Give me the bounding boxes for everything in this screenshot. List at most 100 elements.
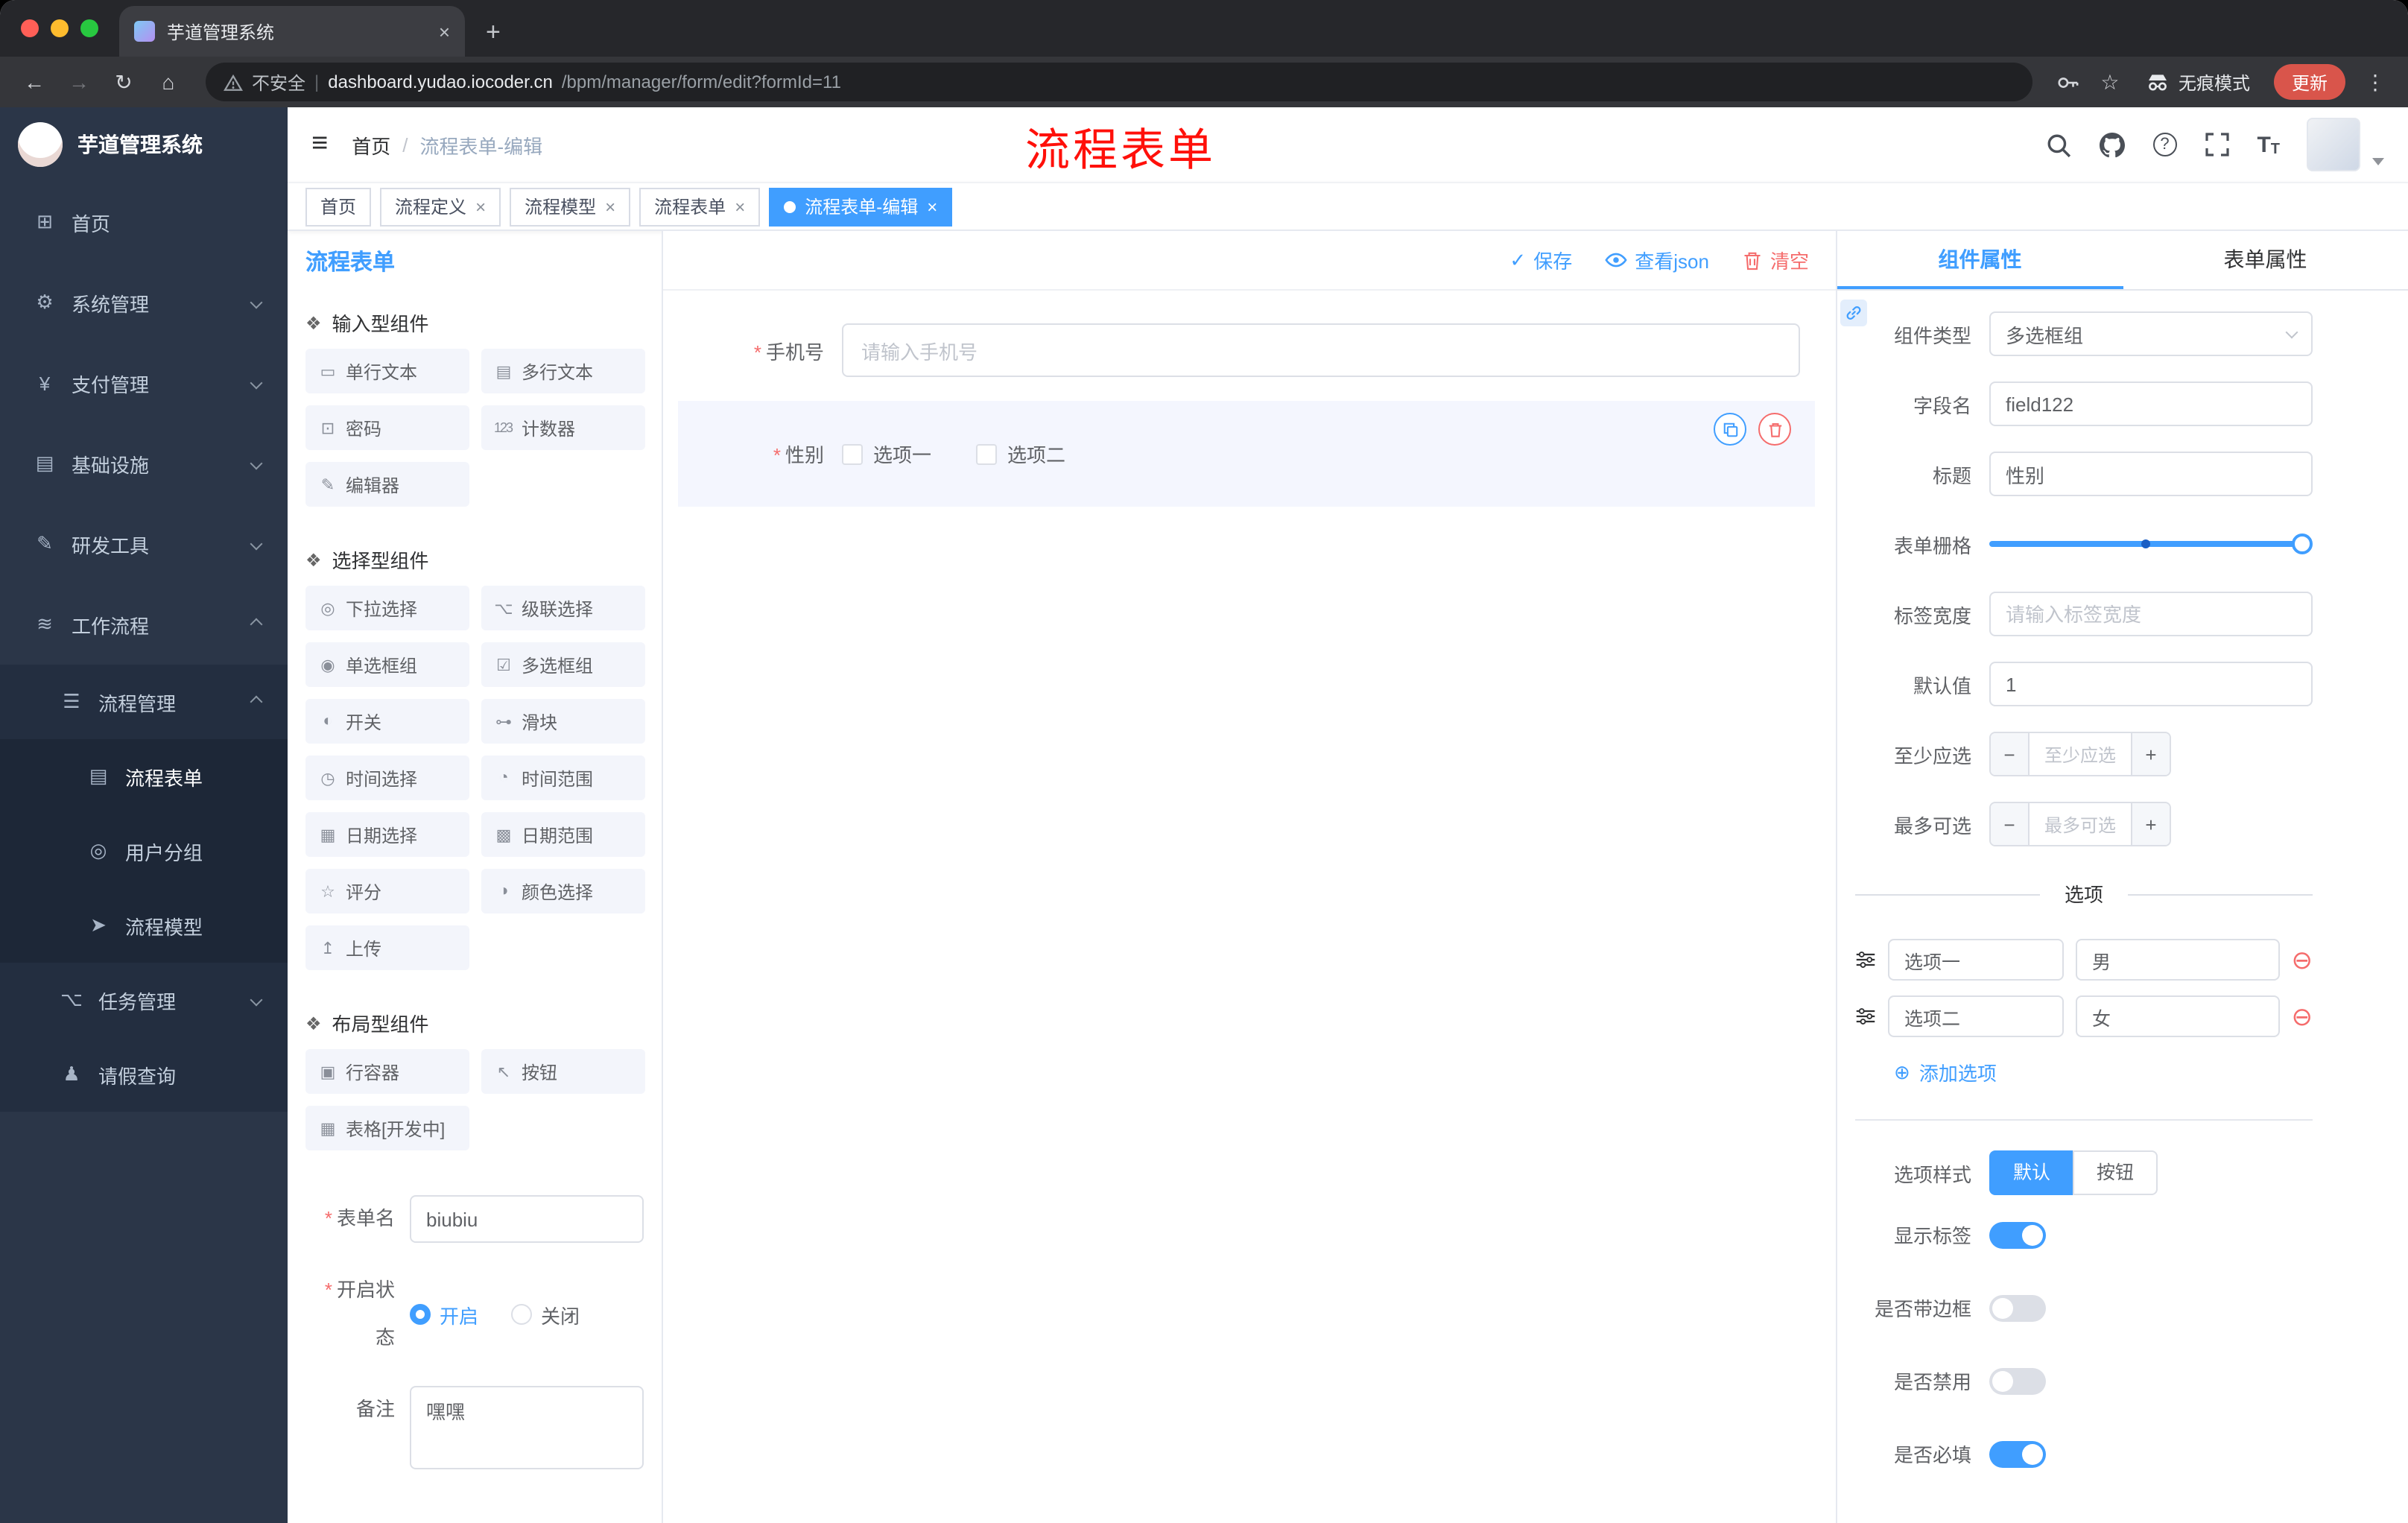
tag-home[interactable]: 首页	[305, 187, 372, 226]
close-icon[interactable]: ×	[927, 196, 937, 217]
component-multi-line-text[interactable]: ▤ 多行文本	[481, 349, 645, 393]
sidebar-item-home[interactable]: ⊞ 首页	[0, 182, 288, 262]
component-checkbox-group[interactable]: ☑ 多选框组	[481, 642, 645, 687]
option-name-input[interactable]	[1888, 995, 2064, 1037]
sidebar-collapse-icon[interactable]: ≡	[311, 128, 328, 161]
component-cascader[interactable]: ⌥ 级联选择	[481, 586, 645, 630]
window-close-button[interactable]	[21, 19, 39, 37]
component-select[interactable]: ◎ 下拉选择	[305, 586, 469, 630]
window-minimize-button[interactable]	[51, 19, 69, 37]
canvas-drop-area[interactable]: 手机号 请输入手机号 性别 选项一	[663, 291, 1836, 1523]
back-button[interactable]: ←	[15, 70, 54, 94]
component-rate[interactable]: ☆ 评分	[305, 869, 469, 914]
component-single-line-text[interactable]: ▭ 单行文本	[305, 349, 469, 393]
component-radio-group[interactable]: ◉ 单选框组	[305, 642, 469, 687]
close-icon[interactable]: ×	[735, 196, 745, 217]
tag-process-form-edit[interactable]: 流程表单-编辑 ×	[769, 187, 953, 226]
option-style-default[interactable]: 默认	[1989, 1150, 2073, 1195]
canvas-field-gender[interactable]: 性别 选项一 选项二	[678, 401, 1815, 507]
disabled-switch[interactable]	[1989, 1367, 2046, 1394]
clear-button[interactable]: 清空	[1742, 246, 1809, 274]
label-width-input[interactable]	[1989, 592, 2313, 636]
canvas-field-phone[interactable]: 手机号 请输入手机号	[678, 323, 1815, 377]
option-value-input[interactable]	[2076, 995, 2280, 1037]
sidebar-item-workflow[interactable]: ≋ 工作流程	[0, 584, 288, 665]
sidebar-item-process-model[interactable]: ➤ 流程模型	[0, 888, 288, 963]
phone-input[interactable]: 请输入手机号	[842, 323, 1800, 377]
window-zoom-button[interactable]	[80, 19, 98, 37]
sidebar-item-infrastructure[interactable]: ▤ 基础设施	[0, 423, 288, 504]
component-upload[interactable]: ↥ 上传	[305, 925, 469, 970]
password-key-icon[interactable]	[2050, 71, 2086, 93]
component-button[interactable]: ↖ 按钮	[481, 1049, 645, 1094]
breadcrumb-home[interactable]: 首页	[352, 130, 390, 159]
copy-field-button[interactable]	[1714, 413, 1746, 446]
sidebar-item-process-management[interactable]: ☰ 流程管理	[0, 665, 288, 739]
user-avatar[interactable]	[2307, 118, 2360, 171]
tab-form-properties[interactable]: 表单属性	[2123, 231, 2408, 289]
component-time-range[interactable]: ◔ 时间范围	[481, 756, 645, 800]
component-time-picker[interactable]: ◷ 时间选择	[305, 756, 469, 800]
grid-slider[interactable]	[1989, 522, 2313, 566]
component-switch[interactable]: ◐ 开关	[305, 699, 469, 744]
tag-process-definition[interactable]: 流程定义 ×	[380, 187, 501, 226]
avatar-dropdown-caret-icon[interactable]	[2372, 158, 2384, 165]
component-password[interactable]: ⊡ 密码	[305, 405, 469, 450]
component-row-container[interactable]: ▣ 行容器	[305, 1049, 469, 1094]
field-name-input[interactable]	[1989, 381, 2313, 426]
drag-handle-icon[interactable]	[1855, 949, 1876, 970]
option-name-input[interactable]	[1888, 939, 2064, 981]
increase-button[interactable]: +	[2131, 733, 2170, 775]
sidebar-item-system-management[interactable]: ⚙ 系统管理	[0, 262, 288, 343]
help-icon[interactable]: ?	[2152, 133, 2177, 156]
bookmark-star-icon[interactable]: ☆	[2092, 69, 2128, 95]
sidebar-item-leave-query[interactable]: ♟ 请假查询	[0, 1037, 288, 1112]
border-switch[interactable]	[1989, 1294, 2046, 1321]
required-switch[interactable]	[1989, 1440, 2046, 1467]
remove-option-icon[interactable]: ⊖	[2292, 1004, 2313, 1029]
component-slider[interactable]: ⊶ 滑块	[481, 699, 645, 744]
add-option-button[interactable]: ⊕ 添加选项	[1894, 1058, 2313, 1086]
decrease-button[interactable]: −	[1991, 733, 2030, 775]
search-icon[interactable]	[2045, 131, 2072, 158]
increase-button[interactable]: +	[2131, 803, 2170, 845]
title-input[interactable]	[1989, 452, 2313, 496]
component-type-select[interactable]: 多选框组	[1989, 311, 2313, 356]
font-size-icon[interactable]: TT	[2257, 132, 2280, 157]
show-label-switch[interactable]	[1989, 1221, 2046, 1248]
tab-component-properties[interactable]: 组件属性	[1837, 231, 2123, 289]
browser-menu-icon[interactable]: ⋮	[2357, 69, 2393, 95]
close-icon[interactable]: ×	[475, 196, 486, 217]
app-logo[interactable]: 芋道管理系统	[0, 107, 288, 182]
gender-option-1[interactable]: 选项一	[842, 440, 931, 468]
sidebar-item-process-form[interactable]: ▤ 流程表单	[0, 739, 288, 814]
reload-button[interactable]: ↻	[104, 69, 143, 95]
component-editor[interactable]: ✎ 编辑器	[305, 462, 469, 507]
tag-process-form[interactable]: 流程表单 ×	[639, 187, 761, 226]
gender-option-2[interactable]: 选项二	[976, 440, 1065, 468]
sidebar-item-user-group[interactable]: ◎ 用户分组	[0, 814, 288, 888]
sidebar-item-task-management[interactable]: ⌥ 任务管理	[0, 963, 288, 1037]
form-remark-input[interactable]: 嘿嘿	[410, 1386, 644, 1469]
sidebar-item-dev-tools[interactable]: ✎ 研发工具	[0, 504, 288, 584]
status-radio-on[interactable]: 开启	[410, 1300, 478, 1329]
new-tab-button[interactable]: +	[486, 18, 501, 57]
view-json-button[interactable]: 查看json	[1605, 246, 1709, 274]
home-button[interactable]: ⌂	[149, 70, 188, 94]
tab-close-icon[interactable]: ×	[439, 20, 450, 42]
address-bar[interactable]: 不安全 | dashboard.yudao.iocoder.cn/bpm/man…	[206, 63, 2032, 101]
option-style-button[interactable]: 按钮	[2073, 1150, 2158, 1195]
link-icon[interactable]	[1840, 300, 1867, 326]
status-radio-off[interactable]: 关闭	[511, 1300, 580, 1329]
sidebar-item-payment-management[interactable]: ¥ 支付管理	[0, 343, 288, 423]
tag-process-model[interactable]: 流程模型 ×	[510, 187, 631, 226]
component-counter[interactable]: 123 计数器	[481, 405, 645, 450]
delete-field-button[interactable]	[1758, 413, 1791, 446]
component-color-picker[interactable]: ◑ 颜色选择	[481, 869, 645, 914]
drag-handle-icon[interactable]	[1855, 1006, 1876, 1027]
save-button[interactable]: ✓ 保存	[1509, 246, 1572, 274]
slider-handle[interactable]	[2292, 533, 2313, 554]
remove-option-icon[interactable]: ⊖	[2292, 947, 2313, 972]
decrease-button[interactable]: −	[1991, 803, 2030, 845]
fullscreen-icon[interactable]	[2203, 131, 2230, 158]
